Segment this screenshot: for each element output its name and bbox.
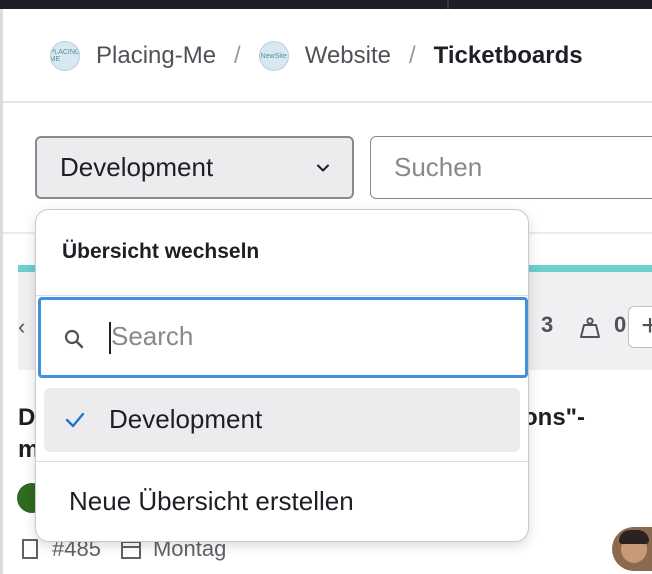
create-board-button[interactable]: Neue Übersicht erstellen (69, 486, 354, 517)
breadcrumb: PLACING ME Placing-Me / NewSite Website … (50, 38, 583, 74)
avatar-hair (619, 530, 649, 544)
check-icon (65, 412, 85, 428)
dropdown-title: Übersicht wechseln (62, 240, 260, 263)
collapse-toggle-icon[interactable]: ‹ (18, 314, 25, 340)
dropdown-divider (36, 295, 528, 296)
breadcrumb-current-page[interactable]: Ticketboards (434, 42, 583, 70)
card-title[interactable]: D (18, 404, 35, 432)
search-placeholder: Suchen (394, 152, 483, 182)
dropdown-item-label: Development (109, 404, 263, 434)
weight-icon (580, 317, 600, 338)
issue-icon (22, 539, 38, 559)
card-title-end[interactable]: ons"- (523, 404, 585, 432)
board-search-input[interactable]: Suchen (370, 136, 652, 199)
issue-count: 3 (541, 312, 554, 337)
dropdown-search-input[interactable]: Search (38, 297, 528, 378)
breadcrumb-project-link[interactable]: Website (305, 42, 391, 70)
dropdown-divider (36, 461, 528, 462)
dropdown-search-placeholder: Search (111, 321, 194, 351)
assignee-avatar[interactable] (612, 527, 652, 571)
board-switcher-button[interactable]: Development (35, 136, 354, 199)
project-avatar[interactable]: NewSite (258, 41, 289, 71)
board-switcher-value: Development (60, 152, 214, 182)
header-divider (3, 101, 652, 103)
top-bar-divider (447, 0, 449, 9)
add-issue-button[interactable]: + (628, 306, 652, 348)
search-icon (64, 329, 84, 349)
chevron-down-icon (317, 164, 329, 171)
breadcrumb-separator: / (408, 42, 416, 69)
weight-value: 0 (614, 312, 627, 337)
board-switcher-dropdown: Übersicht wechseln Search Development Ne… (35, 209, 529, 542)
dropdown-item-development[interactable]: Development (44, 388, 520, 452)
group-avatar[interactable]: PLACING ME (50, 41, 80, 71)
breadcrumb-separator: / (234, 42, 241, 69)
breadcrumb-group-link[interactable]: Placing-Me (96, 42, 216, 70)
sidebar-edge (0, 9, 3, 574)
top-navigation-bar (0, 0, 652, 9)
